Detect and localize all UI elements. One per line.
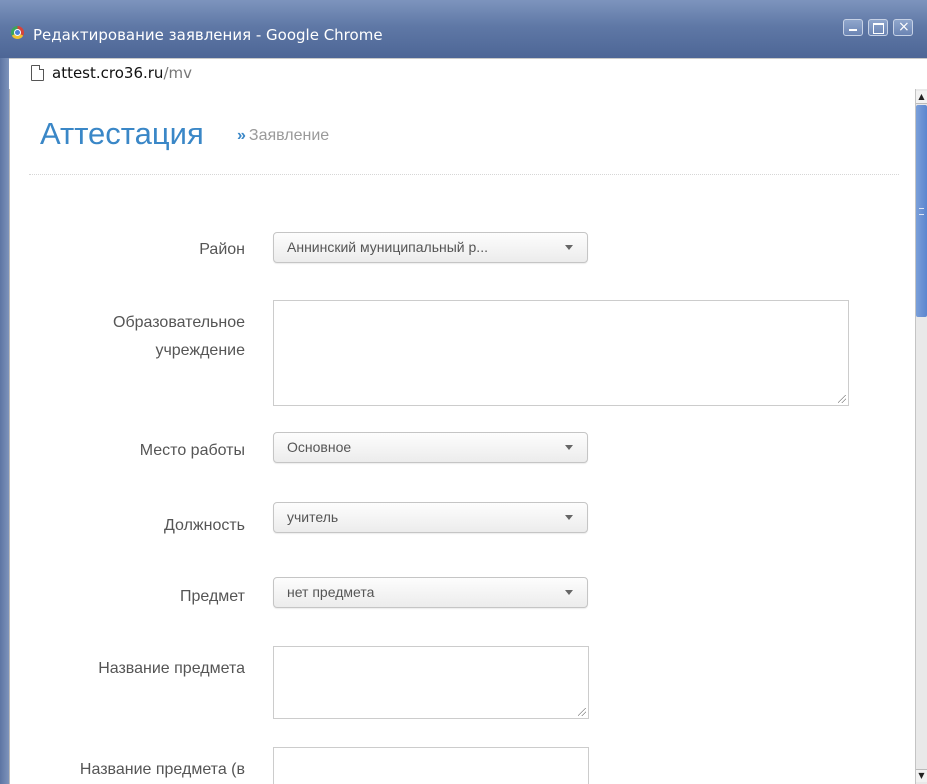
url-path: /mv — [163, 64, 192, 82]
url-host: attest.cro36.ru — [52, 64, 164, 82]
breadcrumb-current[interactable]: Заявление — [249, 127, 329, 144]
scroll-down-icon[interactable]: ▼ — [916, 769, 927, 782]
page-content: Аттестация » Заявление Район Аннинский му… — [9, 89, 916, 784]
vertical-scrollbar[interactable]: ▲ ▼ — [915, 89, 927, 784]
position-label: Должность — [164, 517, 245, 534]
minimize-button[interactable] — [843, 19, 863, 36]
header-divider — [29, 174, 899, 175]
close-button[interactable] — [893, 19, 913, 36]
subject-name-label: Название предмета — [98, 660, 245, 677]
page-title: Аттестация — [40, 116, 204, 151]
institution-label-line2: учреждение — [155, 342, 245, 359]
institution-textarea[interactable] — [273, 300, 849, 406]
page-icon — [31, 65, 44, 81]
chevron-down-icon — [565, 445, 573, 450]
position-select[interactable]: учитель — [273, 502, 588, 533]
maximize-button[interactable] — [868, 19, 888, 36]
rayon-select[interactable]: Аннинский муниципальный р... — [273, 232, 588, 263]
url-text[interactable]: attest.cro36.ru/mv — [52, 64, 192, 82]
subject-label: Предмет — [180, 588, 245, 605]
rayon-label: Район — [199, 241, 245, 258]
subject-name2-textarea[interactable] — [273, 747, 589, 784]
rayon-select-value: Аннинский муниципальный р... — [287, 239, 488, 255]
resize-handle-icon[interactable] — [838, 395, 846, 403]
chevron-down-icon — [565, 515, 573, 520]
subject-select[interactable]: нет предмета — [273, 577, 588, 608]
address-bar[interactable]: attest.cro36.ru/mv — [9, 58, 927, 90]
resize-handle-icon[interactable] — [578, 708, 586, 716]
window-titlebar: Редактирование заявления - Google Chrome — [0, 0, 927, 67]
scrollbar-thumb[interactable] — [916, 105, 927, 317]
chevron-down-icon — [565, 245, 573, 250]
scroll-up-icon[interactable]: ▲ — [916, 91, 927, 104]
workplace-select-value: Основное — [287, 439, 352, 455]
workplace-label: Место работы — [139, 442, 245, 459]
institution-label-line1: Образовательное — [113, 314, 245, 331]
window-frame-left — [0, 58, 9, 784]
subject-select-value: нет предмета — [287, 584, 375, 600]
chrome-logo-icon — [11, 26, 24, 39]
position-select-value: учитель — [287, 509, 339, 525]
workplace-select[interactable]: Основное — [273, 432, 588, 463]
subject-name-textarea[interactable] — [273, 646, 589, 719]
window-title: Редактирование заявления - Google Chrome — [33, 26, 383, 44]
subject-name2-label: Название предмета (в — [79, 761, 245, 778]
breadcrumb: » Заявление — [237, 127, 329, 145]
chevron-down-icon — [565, 590, 573, 595]
breadcrumb-separator: » — [237, 127, 246, 144]
